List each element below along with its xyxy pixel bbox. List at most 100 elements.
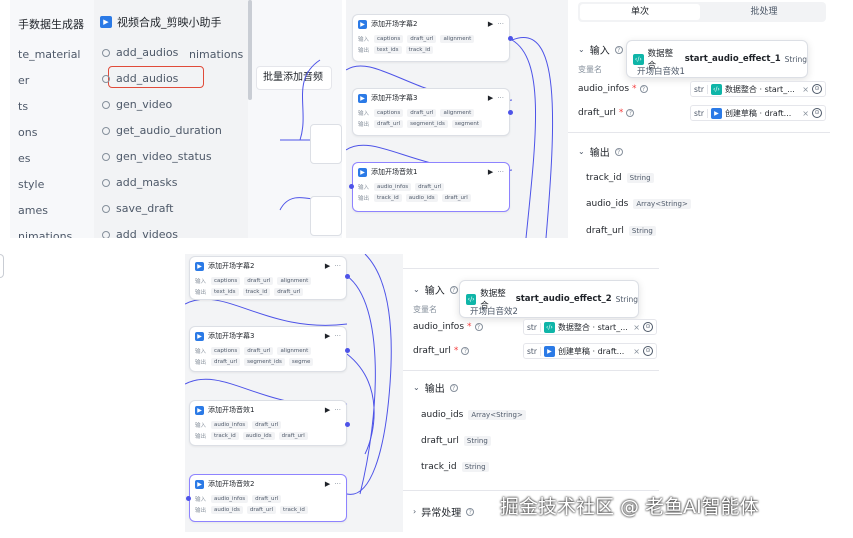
chevron-down-icon: ⌄ [413, 285, 420, 294]
code-node-icon: ‹/› [466, 293, 477, 305]
sidebar-item[interactable]: ames [18, 204, 48, 217]
mode-tabs: 单次 批处理 [578, 2, 826, 22]
field-reference-input[interactable]: str ▶ 创建草稿 · draft... × ⊙ [523, 343, 657, 359]
output-port[interactable] [508, 110, 513, 115]
tool-icon [102, 100, 110, 109]
run-node-icon[interactable]: ▶ [488, 168, 493, 176]
more-icon[interactable]: ··· [497, 168, 504, 176]
plugin-tool-item[interactable]: add_audios [102, 46, 178, 59]
plugin-tool-item[interactable]: get_audio_duration [102, 124, 222, 137]
type-selector[interactable]: str [527, 346, 541, 356]
plugin-tool-item[interactable]: gen_video [102, 98, 172, 111]
sidebar-item[interactable]: ts [18, 100, 28, 113]
more-icon[interactable]: ··· [334, 480, 341, 488]
tool-label: add_audios [116, 46, 179, 59]
input-section-header[interactable]: ⌄ 输入? [413, 282, 458, 297]
clear-icon[interactable]: × [802, 109, 809, 118]
divider [403, 268, 659, 269]
plugin-tool-item[interactable]: gen_video_status [102, 150, 212, 163]
input-port[interactable] [186, 496, 191, 501]
type-selector[interactable]: str [527, 322, 541, 332]
variable-icon[interactable]: ⊙ [643, 322, 653, 332]
sidebar-item[interactable]: style [18, 178, 44, 191]
output-section-header[interactable]: ⌄ 输出? [413, 380, 458, 395]
sidebar-item[interactable]: te_material [18, 48, 81, 61]
reference-value: 数据整合 · start_... [724, 84, 795, 94]
run-node-icon[interactable]: ▶ [325, 332, 330, 340]
more-icon[interactable]: ··· [334, 332, 341, 340]
output-section-header[interactable]: ⌄ 输出? [578, 144, 623, 159]
type-selector[interactable]: str [694, 84, 708, 94]
help-icon: ? [639, 85, 648, 93]
workflow-node-selected[interactable]: ▶ 添加开场音效1 ▶ ··· 输入 audio_infos draft_url 输出 tr… [352, 162, 510, 212]
plugin-tool-item[interactable]: add_audios [102, 72, 178, 85]
node-settings-panel-top: 单次 批处理 ⌄ 输入? 变量名 ‹/› 数据整合 start_audio_effec… [568, 0, 830, 238]
workflow-node-selected[interactable]: ▶ 添加开场音效2 ▶ ··· 输入 audio_infos draft_url 输出 au… [189, 474, 347, 522]
workflow-node[interactable]: ▶ 添加开场字幕2 ▶ ··· 输入 captions draft_url alignmen… [189, 256, 347, 300]
more-icon[interactable]: ··· [497, 94, 504, 102]
reference-value: 创建草稿 · draft... [724, 108, 792, 118]
row-label: 输出 [195, 359, 207, 366]
scrollbar[interactable] [248, 0, 252, 100]
field-reference-input[interactable]: str ‹/› 数据整合 · start_... × ⊙ [690, 81, 826, 97]
workflow-node[interactable]: ▶ 添加开场字幕2 ▶ ··· 输入 captions draft_url alignmen… [352, 14, 510, 62]
workflow-node[interactable]: ▶ 添加开场音效1 ▶ ··· 输入 audio_infos draft_url 输出 tr… [189, 400, 347, 446]
run-node-icon[interactable]: ▶ [325, 262, 330, 270]
tab-batch[interactable]: 批处理 [704, 4, 824, 20]
plugin-node-icon: ▶ [358, 19, 367, 29]
output-port[interactable] [345, 348, 350, 353]
type-selector[interactable]: str [694, 108, 708, 118]
workflow-node[interactable]: ▶ 添加开场字幕3 ▶ ··· 输入 captions draft_url alignmen… [352, 88, 510, 136]
variable-icon[interactable]: ⊙ [643, 346, 653, 356]
param-tag: captions [211, 276, 241, 285]
sidebar-item[interactable]: nimations [18, 230, 72, 238]
plugin-tool-item[interactable]: add_videos [102, 228, 178, 238]
row-label: 输出 [358, 47, 370, 54]
input-port[interactable] [349, 184, 354, 189]
workflow-node[interactable]: ▶ 添加开场字幕3 ▶ ··· 输入 captions draft_url alignmen… [189, 326, 347, 372]
sidebar-item[interactable]: es [18, 152, 31, 165]
sidebar-item[interactable]: er [18, 74, 29, 87]
run-node-icon[interactable]: ▶ [325, 480, 330, 488]
exception-section-header[interactable]: › 异常处理? [413, 504, 475, 519]
output-port[interactable] [345, 422, 350, 427]
row-label: 输入 [195, 422, 207, 429]
clear-icon[interactable]: × [633, 347, 640, 356]
input-section-header[interactable]: ⌄ 输入? [578, 42, 623, 57]
param-tag: track_id [374, 193, 402, 202]
row-label: 输出 [195, 433, 207, 440]
tab-single[interactable]: 单次 [580, 4, 700, 20]
more-icon[interactable]: ··· [334, 406, 341, 414]
output-port[interactable] [508, 36, 513, 41]
clear-icon[interactable]: × [633, 323, 640, 332]
variable-icon[interactable]: ⊙ [812, 84, 822, 94]
sidebar-item[interactable]: ons [18, 126, 37, 139]
field-reference-input[interactable]: str ‹/› 数据整合 · start_... × ⊙ [523, 319, 657, 335]
tool-icon [102, 204, 110, 213]
row-label: 输出 [358, 195, 370, 202]
plugin-tool-item[interactable]: add_masks [102, 176, 178, 189]
workflow-canvas-top[interactable]: ▶ 添加开场字幕2 ▶ ··· 输入 captions draft_url alignmen… [346, 0, 568, 238]
more-icon[interactable]: ··· [497, 20, 504, 28]
divider [403, 370, 659, 371]
code-node-icon: ‹/› [633, 53, 644, 65]
plugin-tool-item[interactable]: save_draft [102, 202, 174, 215]
more-icon[interactable]: ··· [334, 262, 341, 270]
run-node-icon[interactable]: ▶ [325, 406, 330, 414]
param-tag: track_id [405, 45, 434, 54]
code-node-icon: ‹/› [543, 321, 555, 333]
run-node-icon[interactable]: ▶ [488, 20, 493, 28]
field-reference-input[interactable]: str ▶ 创建草稿 · draft... × ⊙ [690, 105, 826, 121]
param-tag: segment [451, 119, 483, 128]
output-port[interactable] [345, 274, 350, 279]
workflow-canvas-bottom[interactable]: ▶ 添加开场字幕2 ▶ ··· 输入 captions draft_url alignmen… [185, 254, 403, 532]
variable-icon[interactable]: ⊙ [812, 108, 822, 118]
tool-icon [102, 48, 110, 57]
clear-icon[interactable]: × [802, 85, 809, 94]
plugin-list: ▶ 视频合成_剪映小助手 add_audios nimations add_au… [94, 0, 248, 238]
param-tag: track_id [242, 287, 271, 296]
help-icon: ? [449, 285, 458, 294]
run-node-icon[interactable]: ▶ [488, 94, 493, 102]
param-tag: audio_ids [242, 431, 275, 440]
param-tag: alignment [440, 34, 475, 43]
